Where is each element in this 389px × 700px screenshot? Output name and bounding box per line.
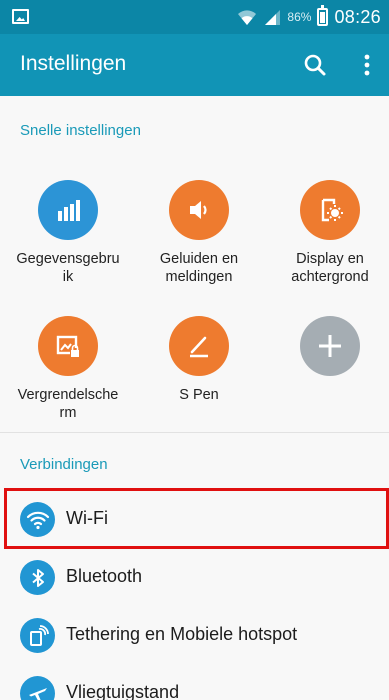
section-header-connections: Verbindingen [20,456,108,473]
status-icons: 86% 08:26 [237,5,381,28]
wifi-highlight-frame [4,488,389,549]
data-usage-icon [38,180,98,240]
app-bar: Instellingen [0,34,389,96]
display-icon [300,180,360,240]
bluetooth-label: Bluetooth [66,566,143,586]
search-button[interactable] [300,50,330,80]
more-options-button[interactable] [356,50,378,80]
add-icon [300,316,360,376]
battery-icon [317,5,329,26]
quick-setting-label: Gegevensgebruik [16,251,120,285]
quick-setting-lock-screen[interactable]: Vergrendelscherm [8,316,128,422]
tethering-row[interactable]: Tethering en Mobiele hotspot [0,606,389,664]
gallery-icon [12,9,29,24]
airplane-mode-label: Vliegtuigstand [66,682,180,700]
airplane-icon [20,676,55,700]
clock: 08:26 [334,6,381,27]
quick-setting-display[interactable]: Display en achtergrond [270,180,389,286]
quick-setting-label: S Pen [179,387,219,403]
hotspot-icon [20,618,55,653]
search-icon [304,54,326,76]
quick-setting-label: Vergrendelscherm [17,387,119,421]
divider [0,432,389,433]
cell-signal-icon [265,10,281,25]
tethering-label: Tethering en Mobiele hotspot [66,624,298,644]
bluetooth-icon [20,560,55,595]
quick-setting-add[interactable] [270,316,389,376]
lock-screen-icon [38,316,98,376]
quick-setting-data-usage[interactable]: Gegevensgebruik [8,180,128,286]
bluetooth-row[interactable]: Bluetooth [0,548,389,606]
volume-icon [169,180,229,240]
quick-setting-sounds[interactable]: Geluiden en meldingen [139,180,259,286]
quick-setting-label: Display en achtergrond [291,251,369,285]
more-vertical-icon [364,54,370,76]
page-title: Instellingen [20,52,127,75]
battery-percent: 86% [287,10,312,24]
quick-setting-label: Geluiden en meldingen [159,251,239,285]
airplane-mode-row[interactable]: Vliegtuigstand [0,664,389,700]
status-bar: 86% 08:26 [0,0,389,34]
section-header-quick-settings: Snelle instellingen [20,122,141,139]
pen-icon [169,316,229,376]
wifi-signal-icon [238,10,257,25]
quick-setting-s-pen[interactable]: S Pen [139,316,259,404]
